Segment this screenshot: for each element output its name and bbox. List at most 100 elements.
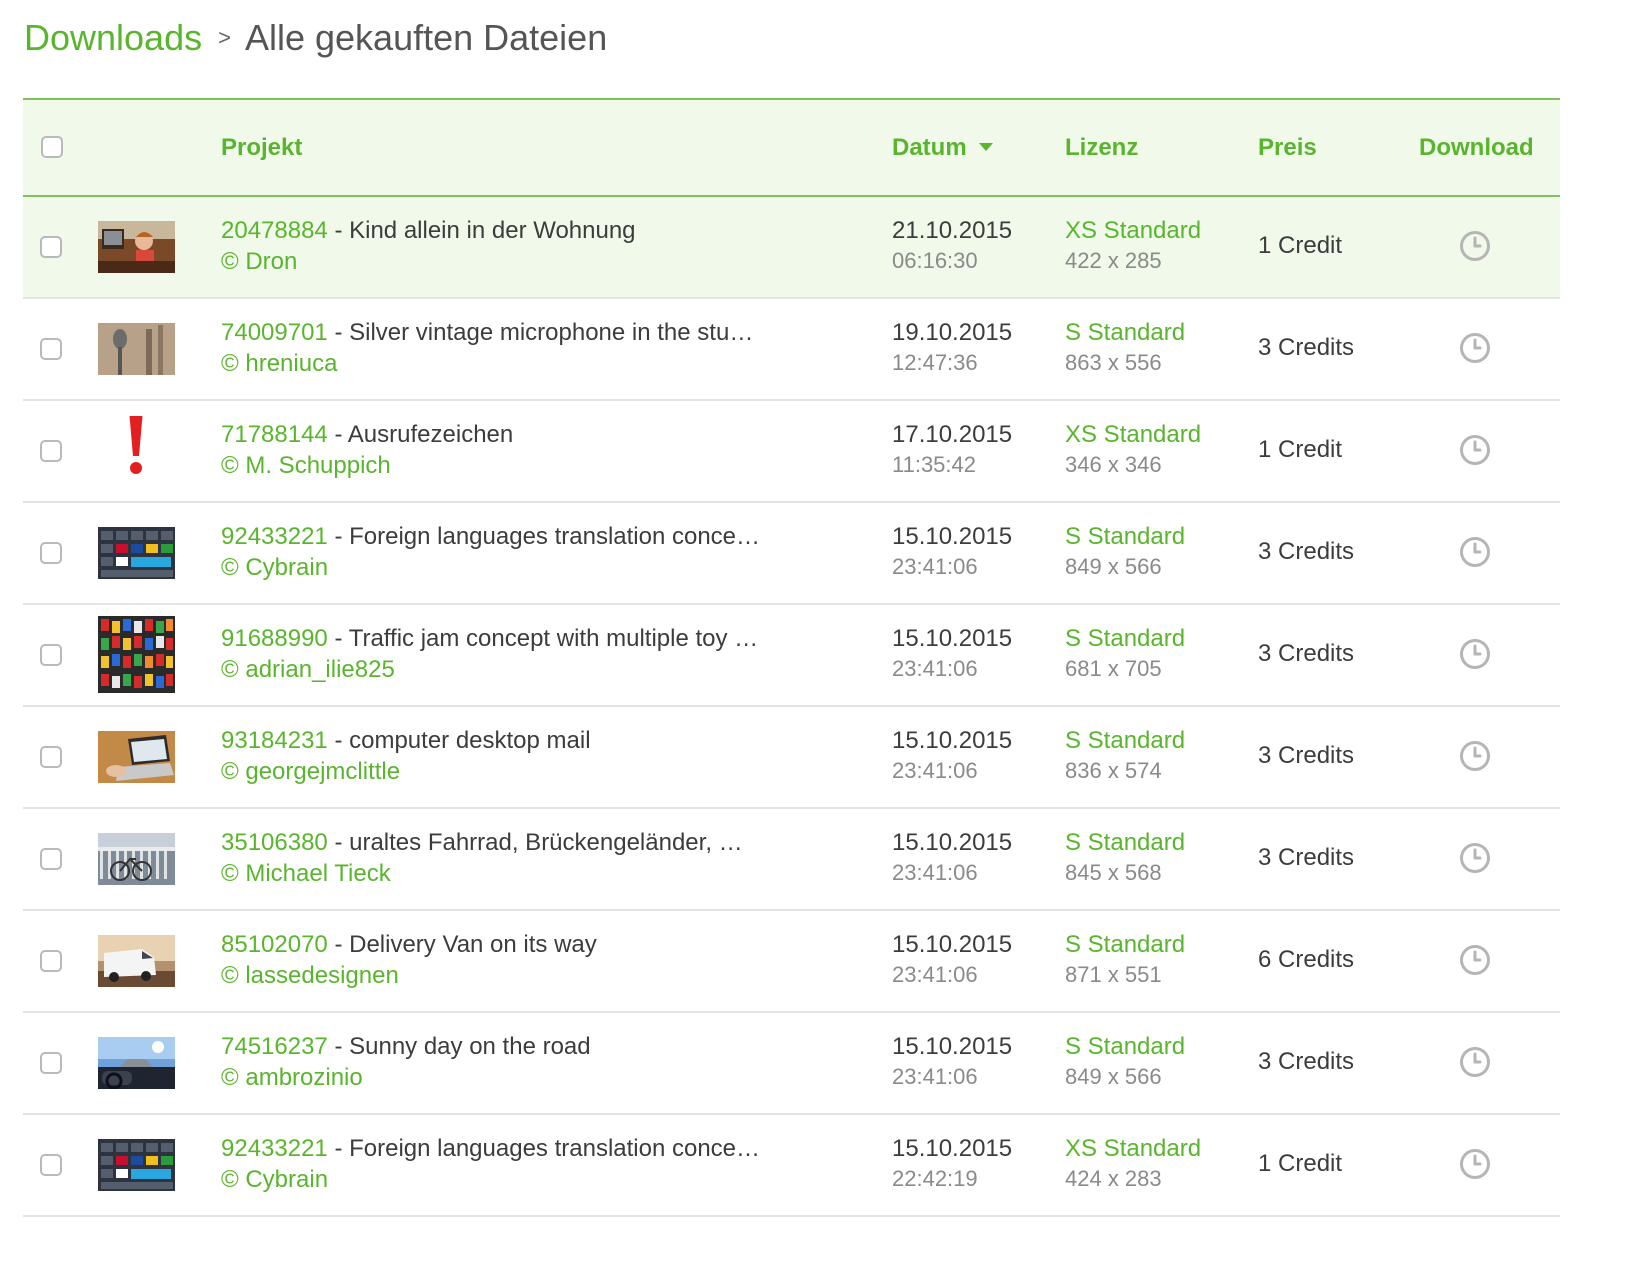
author-link[interactable]: © Dron [221, 248, 297, 276]
breadcrumb-downloads-link[interactable]: Downloads [24, 17, 202, 58]
table-header: Projekt Datum Lizenz Preis Download [23, 98, 1560, 197]
author-link[interactable]: © Michael Tieck [221, 860, 391, 888]
row-checkbox[interactable] [40, 644, 62, 666]
keyboard-icon[interactable] [98, 527, 175, 579]
table-row[interactable]: 93184231 - computer desktop mail © george… [23, 707, 1560, 809]
download-clock-icon[interactable] [1459, 1046, 1491, 1078]
purchase-date: 15.10.2015 [892, 829, 1013, 856]
download-clock-icon[interactable] [1459, 740, 1491, 772]
project-title-text: Ausrufezeichen [347, 421, 514, 448]
purchase-date: 17.10.2015 [892, 421, 1013, 448]
project-title-separator: - [327, 1033, 350, 1060]
row-checkbox[interactable] [40, 950, 62, 972]
sort-descending-icon [978, 143, 993, 151]
project-id-link[interactable]: 74516237 [221, 1033, 328, 1060]
project-title-text: Kind allein in der Wohnung [349, 217, 636, 244]
table-row[interactable]: 71788144 - Ausrufezeichen © M. Schuppich 1… [23, 401, 1560, 503]
project-id-link[interactable]: 92433221 [221, 1135, 328, 1162]
license-link[interactable]: S Standard [1065, 727, 1185, 755]
download-clock-icon[interactable] [1459, 842, 1491, 874]
purchase-date: 15.10.2015 [892, 625, 1013, 652]
row-checkbox[interactable] [40, 542, 62, 564]
project-id-link[interactable]: 74009701 [221, 319, 328, 346]
author-link[interactable]: © ambrozinio [221, 1064, 363, 1092]
project-id-link[interactable]: 35106380 [221, 829, 328, 856]
project-id-link[interactable]: 92433221 [221, 523, 328, 550]
column-header-datum[interactable]: Datum [892, 100, 993, 195]
license-link[interactable]: S Standard [1065, 829, 1185, 857]
price: 3 Credits [1258, 742, 1355, 769]
row-checkbox[interactable] [40, 746, 62, 768]
download-clock-icon[interactable] [1459, 1148, 1491, 1180]
table-row[interactable]: 35106380 - uraltes Fahrrad, Brückengelän… [23, 809, 1560, 911]
author-link[interactable]: © georgejmclittle [221, 758, 400, 786]
row-checkbox[interactable] [40, 440, 62, 462]
license-link[interactable]: S Standard [1065, 1033, 1185, 1061]
van-icon[interactable] [98, 935, 175, 987]
author-link[interactable]: © adrian_ilie825 [221, 656, 395, 684]
microphone-icon[interactable] [98, 323, 175, 375]
page-title: Alle gekauften Dateien [244, 17, 608, 58]
license-link[interactable]: XS Standard [1065, 1135, 1201, 1163]
row-checkbox[interactable] [40, 338, 62, 360]
select-all-checkbox[interactable] [41, 136, 63, 158]
download-clock-icon[interactable] [1459, 638, 1491, 670]
purchase-date: 15.10.2015 [892, 727, 1013, 754]
license-link[interactable]: XS Standard [1065, 217, 1201, 245]
license-link[interactable]: S Standard [1065, 625, 1185, 653]
exclamation-icon[interactable] [98, 416, 175, 486]
project-id-link[interactable]: 91688990 [221, 625, 328, 652]
author-link[interactable]: © hreniuca [221, 350, 337, 378]
project-title: 91688990 - Traffic jam concept with mult… [221, 625, 758, 653]
license-link[interactable]: S Standard [1065, 931, 1185, 959]
purchase-date: 15.10.2015 [892, 1033, 1013, 1060]
download-clock-icon[interactable] [1459, 434, 1491, 466]
downloads-table: Projekt Datum Lizenz Preis Download 2047… [23, 98, 1560, 1217]
table-row[interactable]: 91688990 - Traffic jam concept with mult… [23, 605, 1560, 707]
row-checkbox[interactable] [40, 236, 62, 258]
author-link[interactable]: © M. Schuppich [221, 452, 391, 480]
author-link[interactable]: © Cybrain [221, 1166, 328, 1194]
table-row[interactable]: 92433221 - Foreign languages translation… [23, 503, 1560, 605]
table-row[interactable]: 74009701 - Silver vintage microphone in … [23, 299, 1560, 401]
column-header-projekt[interactable]: Projekt [221, 100, 302, 195]
image-dimensions: 424 x 283 [1065, 1166, 1162, 1191]
author-link[interactable]: © lassedesignen [221, 962, 399, 990]
purchase-time: 22:42:19 [892, 1166, 978, 1191]
keyboard-icon[interactable] [98, 1139, 175, 1191]
road-icon[interactable] [98, 1037, 175, 1089]
project-id-link[interactable]: 93184231 [221, 727, 328, 754]
table-row[interactable]: 92433221 - Foreign languages translation… [23, 1115, 1560, 1217]
child-icon[interactable] [98, 221, 175, 273]
download-clock-icon[interactable] [1459, 944, 1491, 976]
toy-cars-icon[interactable] [98, 616, 175, 693]
project-title: 93184231 - computer desktop mail [221, 727, 591, 755]
table-row[interactable]: 85102070 - Delivery Van on its way © lass… [23, 911, 1560, 1013]
row-checkbox[interactable] [40, 1052, 62, 1074]
purchase-time: 23:41:06 [892, 656, 978, 681]
column-header-download: Download [1419, 134, 1534, 161]
purchase-time: 12:47:36 [892, 350, 978, 375]
license-link[interactable]: S Standard [1065, 319, 1185, 347]
column-header-preis[interactable]: Preis [1258, 100, 1317, 195]
purchase-date: 21.10.2015 [892, 217, 1013, 244]
license-link[interactable]: XS Standard [1065, 421, 1201, 449]
column-header-lizenz[interactable]: Lizenz [1065, 100, 1138, 195]
row-checkbox[interactable] [40, 848, 62, 870]
project-title-text: Silver vintage microphone in the stu… [349, 319, 754, 346]
download-clock-icon[interactable] [1459, 332, 1491, 364]
purchase-time: 23:41:06 [892, 1064, 978, 1089]
license-link[interactable]: S Standard [1065, 523, 1185, 551]
download-clock-icon[interactable] [1459, 536, 1491, 568]
project-id-link[interactable]: 71788144 [221, 421, 328, 448]
table-row[interactable]: 74516237 - Sunny day on the road © ambroz… [23, 1013, 1560, 1115]
bicycle-icon[interactable] [98, 833, 175, 885]
download-clock-icon[interactable] [1459, 230, 1491, 262]
project-id-link[interactable]: 20478884 [221, 217, 328, 244]
row-checkbox[interactable] [40, 1154, 62, 1176]
laptop-icon[interactable] [98, 731, 175, 783]
table-row[interactable]: 20478884 - Kind allein in der Wohnung © D… [23, 197, 1560, 299]
project-title-text: Foreign languages translation conce… [349, 523, 761, 550]
author-link[interactable]: © Cybrain [221, 554, 328, 582]
project-id-link[interactable]: 85102070 [221, 931, 328, 958]
